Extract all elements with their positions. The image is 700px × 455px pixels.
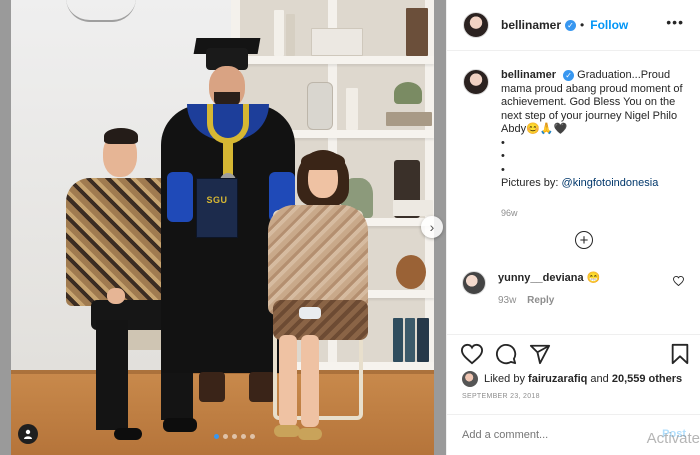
caption-pictures-prefix: Pictures by: (501, 177, 562, 189)
share-icon[interactable] (529, 343, 551, 365)
caption-timestamp[interactable]: 96w (501, 207, 688, 221)
carousel-dot (241, 434, 246, 439)
comment-text: 😁 (586, 272, 601, 284)
avatar[interactable] (463, 12, 489, 38)
likes-summary: Liked by fairuzarafiq and 20,559 others (462, 371, 682, 387)
caption-username[interactable]: bellinamer (501, 69, 556, 81)
follow-button[interactable]: Follow (590, 18, 628, 32)
more-options-icon[interactable]: ••• (666, 14, 684, 30)
comment-item-clipped (462, 325, 692, 332)
liker-username[interactable]: fairuzarafiq (528, 373, 587, 385)
post-date[interactable]: SEPTEMBER 23, 2018 (462, 393, 540, 400)
comment-item: yunny__deviana 😁 93w Reply (462, 271, 692, 306)
likes-middle: and (590, 373, 609, 385)
comment-reply-button[interactable]: Reply (527, 295, 554, 306)
caption-bullet: • (501, 163, 505, 176)
heart-icon[interactable] (461, 343, 483, 365)
action-bar: Liked by fairuzarafiq and 20,559 others … (446, 334, 700, 406)
caption-emojis: 😊🙏🖤 (526, 123, 568, 135)
liker-avatar[interactable] (462, 371, 478, 387)
plus-icon: + (579, 231, 589, 249)
caption: bellinamer ✓ Graduation...Proud mama pro… (447, 51, 700, 220)
user-tag-icon[interactable] (18, 424, 38, 444)
caption-bullet: • (501, 136, 505, 149)
comment-icon[interactable] (495, 343, 517, 365)
post-photo[interactable]: SGU (11, 0, 434, 455)
caption-mention-link[interactable]: @kingfotoindonesia (562, 177, 659, 189)
carousel-dot (214, 434, 219, 439)
likes-count-link[interactable]: 20,559 others (612, 373, 682, 385)
carousel-dot (232, 434, 237, 439)
header-username[interactable]: bellinamer (501, 18, 561, 32)
photo-diploma: SGU (196, 178, 238, 238)
photo-diploma-label: SGU (206, 195, 228, 205)
caption-bullet: • (501, 150, 505, 162)
carousel-next-button[interactable]: › (421, 216, 443, 238)
verified-badge-icon: ✓ (565, 19, 577, 31)
comment-avatar[interactable] (462, 271, 486, 295)
os-watermark: Activate (646, 430, 700, 447)
carousel-dot (223, 434, 228, 439)
likes-prefix: Liked by (484, 373, 525, 385)
caption-avatar[interactable] (463, 69, 489, 95)
comment-timestamp[interactable]: 93w (498, 295, 516, 306)
verified-badge-icon: ✓ (563, 70, 575, 82)
post-header: bellinamer ✓ • Follow ••• (447, 0, 700, 51)
carousel-dots (214, 434, 255, 439)
add-comment-input[interactable] (462, 429, 642, 441)
bookmark-icon[interactable] (669, 343, 691, 365)
comment-like-icon[interactable] (673, 276, 684, 286)
chevron-right-icon: › (429, 219, 435, 235)
comment-username[interactable]: yunny__deviana (498, 272, 584, 284)
load-more-comments-button[interactable]: + (575, 231, 593, 249)
carousel-dot (250, 434, 255, 439)
